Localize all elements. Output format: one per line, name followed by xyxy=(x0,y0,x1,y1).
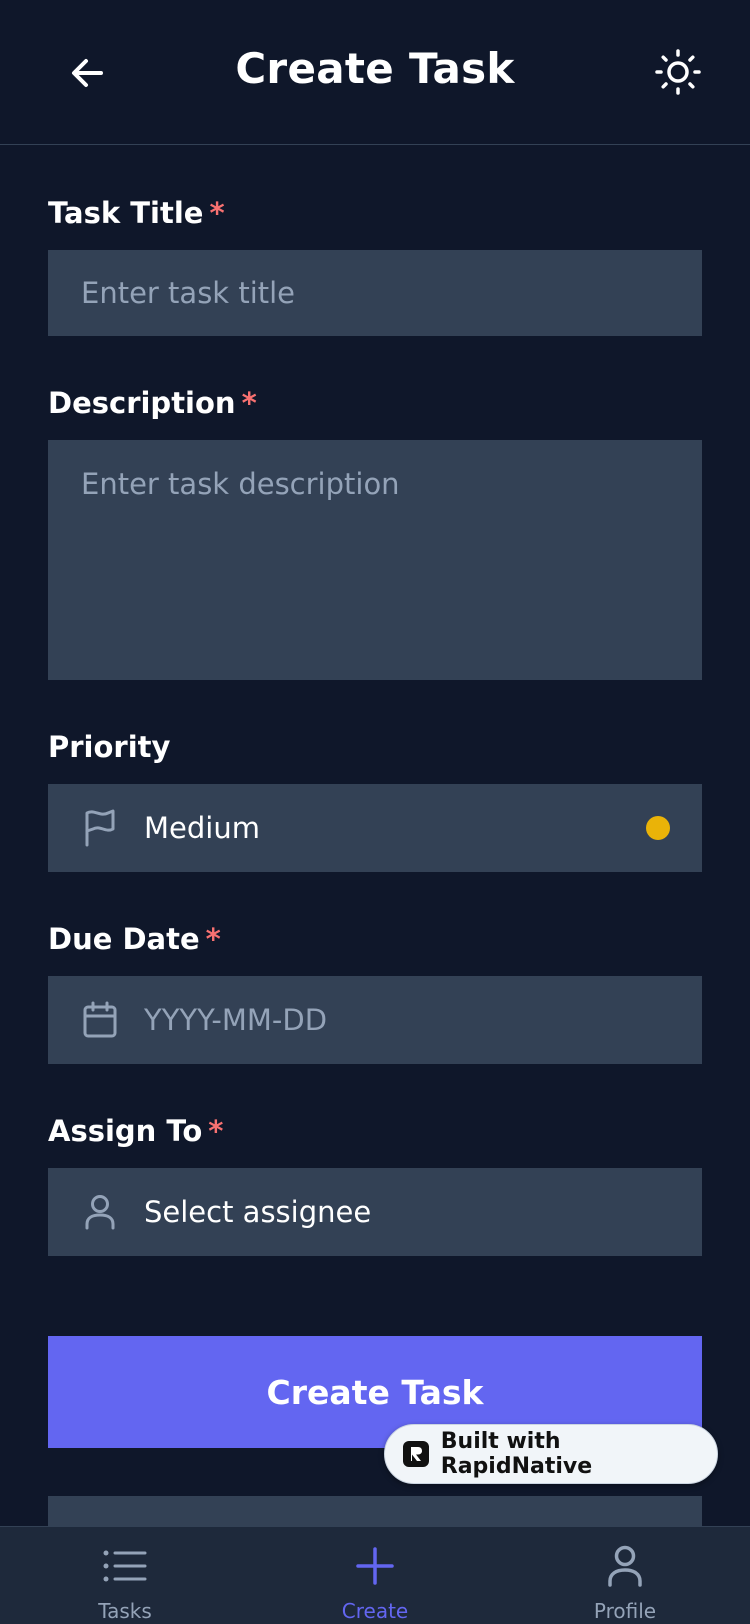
priority-select[interactable]: Medium xyxy=(48,784,702,872)
tab-profile-label: Profile xyxy=(593,1599,657,1623)
user-icon xyxy=(602,1543,648,1589)
flag-icon xyxy=(80,808,120,848)
assign-to-label-text: Assign To xyxy=(48,1114,203,1148)
task-title-placeholder: Enter task title xyxy=(81,276,296,310)
description-label-text: Description xyxy=(48,386,236,420)
assignee-select[interactable]: Select assignee xyxy=(48,1168,702,1256)
required-marker: * xyxy=(205,922,221,956)
tab-create[interactable]: Create xyxy=(295,1527,455,1624)
task-title-label: Task Title * xyxy=(48,196,225,230)
description-placeholder: Enter task description xyxy=(81,467,400,501)
tab-tasks-label: Tasks xyxy=(98,1599,152,1623)
list-icon xyxy=(102,1543,148,1589)
priority-label-text: Priority xyxy=(48,730,171,764)
required-marker: * xyxy=(241,386,257,420)
badge-text: Built with RapidNative xyxy=(440,1429,593,1479)
due-date-placeholder: YYYY-MM-DD xyxy=(144,1003,328,1037)
sun-icon xyxy=(655,49,701,95)
user-icon xyxy=(80,1192,120,1232)
description-label: Description * xyxy=(48,386,257,420)
due-date-input[interactable]: YYYY-MM-DD xyxy=(48,976,702,1064)
bottom-tab-bar: Tasks Create Profile xyxy=(0,1526,750,1624)
required-marker: * xyxy=(209,196,225,230)
page-title: Create Task xyxy=(235,44,515,93)
due-date-label-text: Due Date xyxy=(48,922,200,956)
assign-to-label: Assign To * xyxy=(48,1114,223,1148)
assignee-value: Select assignee xyxy=(144,1195,372,1229)
priority-label: Priority xyxy=(48,730,170,764)
tab-profile[interactable]: Profile xyxy=(545,1527,705,1624)
priority-value: Medium xyxy=(144,811,260,845)
plus-icon xyxy=(352,1543,398,1589)
calendar-icon xyxy=(80,1000,120,1040)
theme-toggle-button[interactable] xyxy=(652,46,704,98)
rapidnative-logo-icon xyxy=(403,1441,429,1467)
built-with-badge[interactable]: Built with RapidNative xyxy=(384,1424,718,1484)
header: Create Task xyxy=(0,0,750,145)
priority-color-dot xyxy=(646,816,670,840)
create-task-screen: Create Task Task Title * Enter task titl… xyxy=(0,0,750,1624)
tab-create-label: Create xyxy=(341,1599,409,1623)
task-title-input[interactable]: Enter task title xyxy=(48,250,702,336)
due-date-label: Due Date * xyxy=(48,922,221,956)
required-marker: * xyxy=(208,1114,224,1148)
task-title-label-text: Task Title xyxy=(48,196,204,230)
description-textarea[interactable]: Enter task description xyxy=(48,440,702,680)
tab-tasks[interactable]: Tasks xyxy=(45,1527,205,1624)
